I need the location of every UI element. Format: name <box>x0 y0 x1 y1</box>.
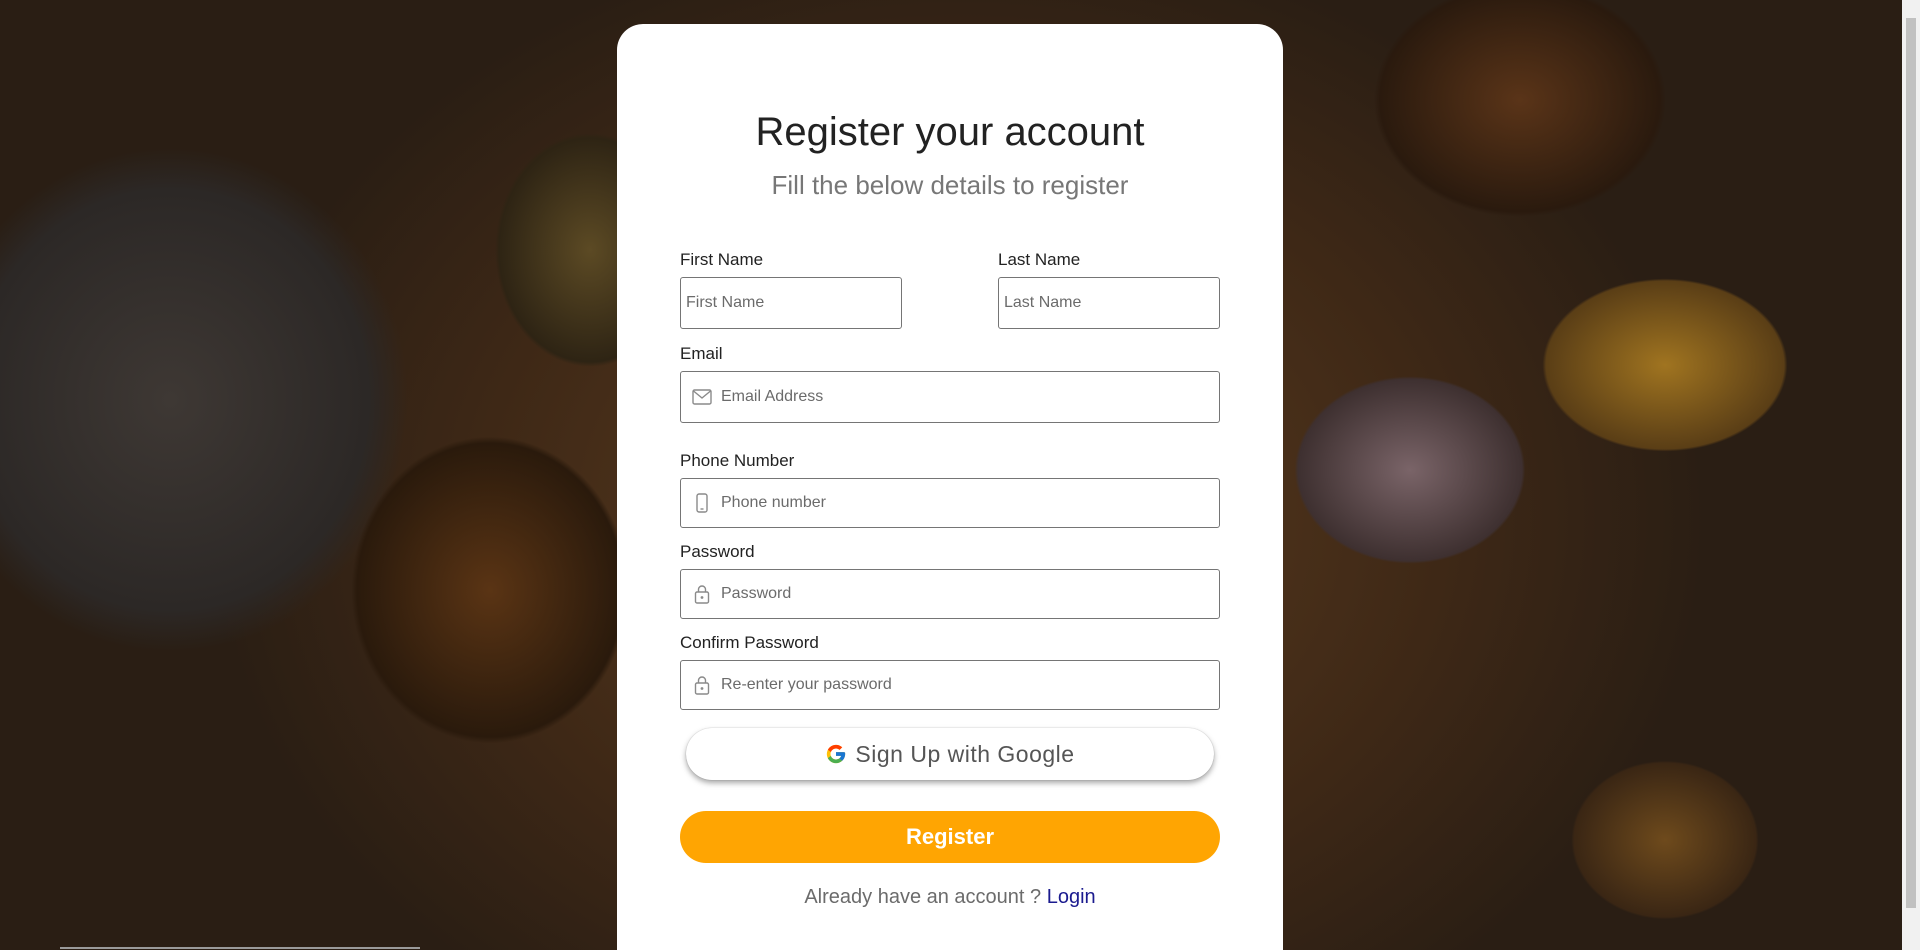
login-prompt: Already have an account ? Login <box>617 886 1283 909</box>
register-button[interactable]: Register <box>680 811 1220 863</box>
confirm-password-placeholder: Re-enter your password <box>721 676 892 693</box>
lock-icon <box>691 583 713 605</box>
email-field[interactable]: Email Address <box>680 371 1220 423</box>
first-name-field[interactable]: First Name <box>680 277 902 329</box>
first-name-placeholder: First Name <box>686 294 765 311</box>
last-name-placeholder: Last Name <box>1004 294 1082 311</box>
phone-icon <box>691 492 713 514</box>
login-link[interactable]: Login <box>1047 886 1096 908</box>
phone-placeholder: Phone number <box>721 494 826 511</box>
google-icon <box>825 743 847 765</box>
lock-icon <box>691 674 713 696</box>
google-signup-label: Sign Up with Google <box>855 740 1075 767</box>
confirm-password-field[interactable]: Re-enter your password <box>680 660 1220 710</box>
login-prompt-text: Already have an account ? <box>804 886 1042 908</box>
register-card: Register your account Fill the below det… <box>617 24 1283 950</box>
email-label: Email <box>680 344 723 363</box>
confirm-password-label: Confirm Password <box>680 633 819 652</box>
phone-label: Phone Number <box>680 451 795 470</box>
page-title: Register your account <box>755 110 1145 154</box>
last-name-label: Last Name <box>998 250 1081 269</box>
scrollbar-thumb[interactable] <box>1906 18 1916 908</box>
last-name-field[interactable]: Last Name <box>998 277 1220 329</box>
horizontal-scroll-indicator <box>60 947 420 949</box>
phone-field[interactable]: Phone number <box>680 478 1220 528</box>
envelope-icon <box>691 386 713 408</box>
email-placeholder: Email Address <box>721 388 824 405</box>
vertical-scrollbar[interactable] <box>1902 0 1920 950</box>
password-label: Password <box>680 542 755 561</box>
page-subtitle: Fill the below details to register <box>771 170 1129 200</box>
password-field[interactable]: Password <box>680 569 1220 619</box>
first-name-label: First Name <box>680 250 764 269</box>
google-signup-button[interactable]: Sign Up with Google <box>686 728 1214 780</box>
password-placeholder: Password <box>721 585 792 602</box>
